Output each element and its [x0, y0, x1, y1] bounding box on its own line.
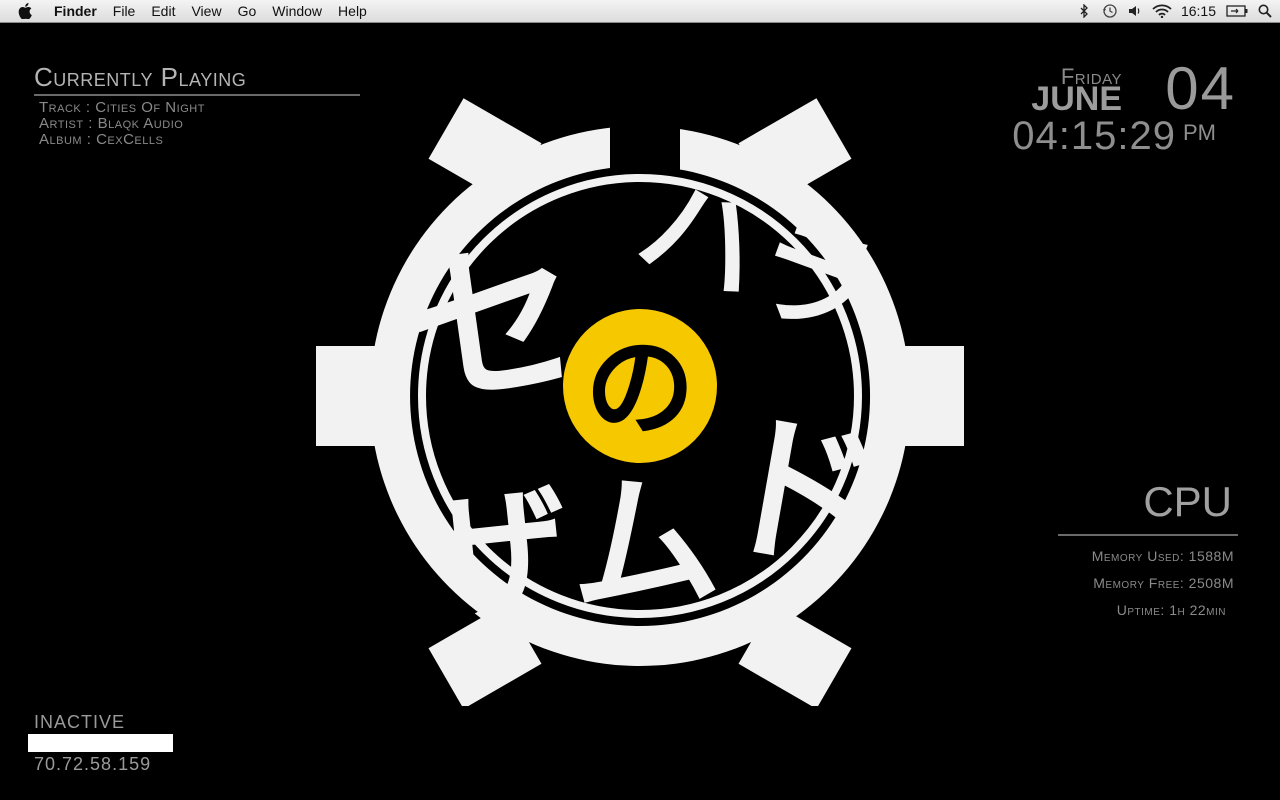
network-widget: INACTIVE 70.72.58.159	[28, 712, 208, 775]
uptime: Uptime: 1h 22min	[1116, 602, 1226, 618]
clock-ampm: PM	[1183, 120, 1216, 145]
logo-glyph-zamu: ザム	[413, 451, 727, 655]
artist-line: Artist : Blaqk Audio	[39, 115, 184, 132]
bluetooth-icon[interactable]	[1071, 0, 1097, 22]
menu-view[interactable]: View	[183, 0, 229, 22]
now-playing-widget: Currently Playing Track : Cities Of Nigh…	[34, 62, 360, 148]
system-stats-widget: CPU	[1058, 478, 1238, 526]
now-playing-title: Currently Playing	[34, 62, 360, 96]
now-playing-details: Track : Cities Of Night Artist : Blaqk A…	[39, 100, 360, 148]
logo-glyph-do: ド	[704, 388, 894, 600]
menubar-clock[interactable]: 16:15	[1175, 0, 1224, 22]
date-number: 04	[1165, 55, 1236, 122]
apple-icon[interactable]	[16, 2, 34, 20]
system-stats-list: Memory Used: 1588M Memory Free: 2508M Up…	[1092, 546, 1234, 627]
network-activity-bar	[28, 734, 173, 752]
menu-bar: Finder File Edit View Go Window Help 16:…	[0, 0, 1280, 23]
menu-go[interactable]: Go	[230, 0, 265, 22]
menu-window[interactable]: Window	[264, 0, 330, 22]
volume-icon[interactable]	[1123, 0, 1149, 22]
network-status: INACTIVE	[34, 712, 126, 732]
time-machine-icon[interactable]	[1097, 0, 1123, 22]
cpu-title: CPU	[1143, 478, 1232, 525]
menu-edit[interactable]: Edit	[143, 0, 183, 22]
menu-finder[interactable]: Finder	[46, 0, 105, 22]
memory-free: Memory Free: 2508M	[1093, 575, 1234, 591]
wallpaper-logo: セ ザム ハラ ド の	[316, 86, 964, 706]
logo-center-glyph: の	[585, 324, 695, 452]
wifi-icon[interactable]	[1149, 0, 1175, 22]
artist-value: Blaqk Audio	[97, 115, 184, 132]
track-value: Cities Of Night	[95, 99, 205, 116]
artist-label: Artist	[39, 115, 84, 132]
menu-file[interactable]: File	[105, 0, 144, 22]
ip-address: 70.72.58.159	[34, 754, 152, 774]
datetime-widget: Friday JUNE 04 04:15:29 PM	[936, 55, 1236, 162]
memory-used: Memory Used: 1588M	[1091, 548, 1234, 564]
track-line: Track : Cities Of Night	[39, 99, 205, 116]
album-line: Album : CexCells	[39, 131, 164, 148]
cpu-divider	[1058, 534, 1238, 536]
album-label: Album	[39, 131, 83, 148]
logo-glyph-se: セ	[396, 216, 592, 436]
album-value: CexCells	[96, 131, 164, 148]
menu-help[interactable]: Help	[330, 0, 375, 22]
battery-icon[interactable]	[1224, 0, 1250, 22]
track-label: Track	[39, 99, 82, 116]
clock-time: 04:15:29	[1012, 114, 1176, 158]
spotlight-search-icon[interactable]	[1250, 0, 1280, 22]
